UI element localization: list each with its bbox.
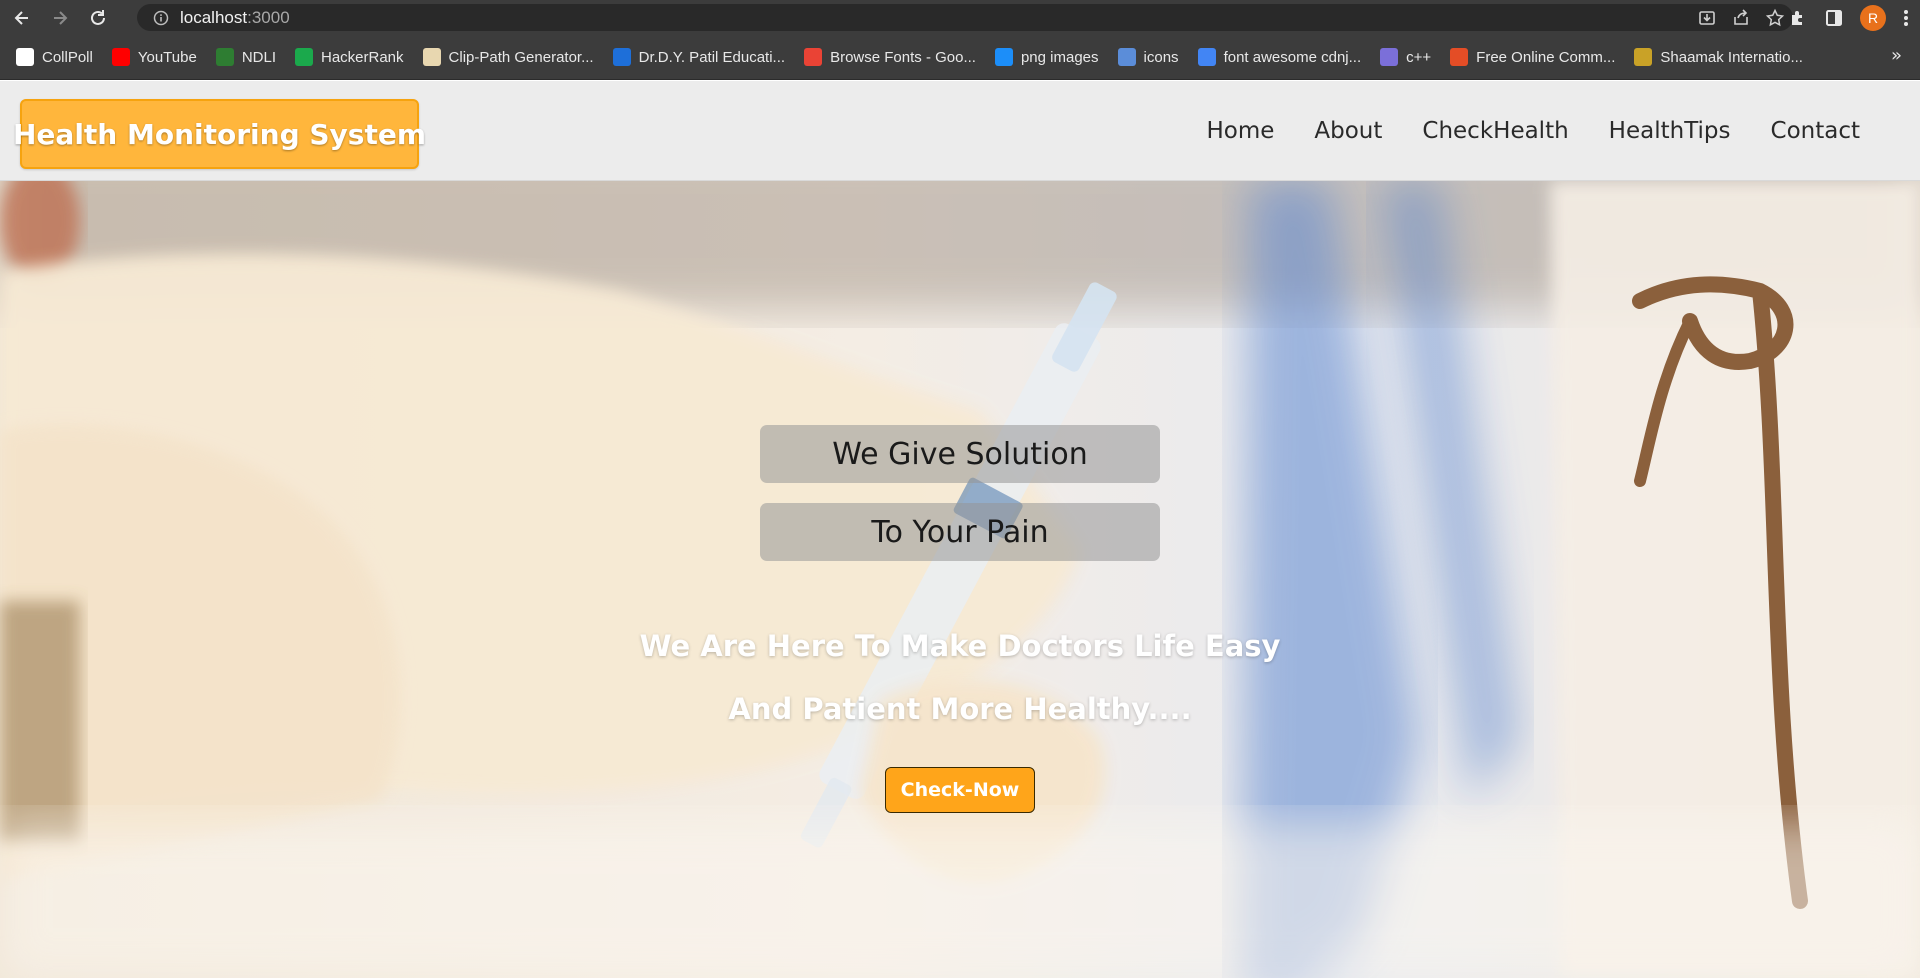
- flag-icon: [1117, 48, 1136, 66]
- bookmark-item[interactable]: icons: [1117, 48, 1179, 66]
- bookmark-label: Clip-Path Generator...: [448, 48, 594, 66]
- site-header: Health Monitoring System Home About Chec…: [0, 81, 1920, 181]
- shaamak-icon: [1634, 48, 1653, 66]
- side-panel-icon[interactable]: [1824, 8, 1844, 28]
- brand-title: Health Monitoring System: [13, 117, 426, 151]
- tagline-line-1: We Give Solution: [832, 436, 1088, 472]
- bookmark-label: Dr.D.Y. Patil Educati...: [638, 48, 786, 66]
- hero-subline-2: And Patient More Healthy....: [728, 692, 1192, 726]
- bookmark-label: HackerRank: [321, 48, 404, 66]
- bookmark-item[interactable]: HackerRank: [295, 48, 404, 66]
- url-text: localhost:3000: [180, 7, 290, 27]
- share-icon[interactable]: [1731, 8, 1751, 28]
- check-now-label: Check-Now: [900, 779, 1020, 801]
- bookmark-label: font awesome cdnj...: [1223, 48, 1362, 66]
- bookmark-item[interactable]: png images: [994, 48, 1099, 66]
- site-info-icon[interactable]: [147, 10, 174, 26]
- more-bookmarks-icon[interactable]: »: [1891, 45, 1902, 66]
- multicolor-icon: [1450, 48, 1469, 66]
- bookmark-item[interactable]: YouTube: [111, 48, 197, 66]
- browser-toolbar: localhost:3000 R: [0, 0, 1920, 35]
- bookmark-item[interactable]: NDLI: [215, 48, 276, 66]
- tagline-box-1: We Give Solution: [760, 425, 1160, 483]
- nav-home[interactable]: Home: [1206, 118, 1274, 144]
- bookmark-label: CollPoll: [42, 48, 93, 66]
- tagline-line-2: To Your Pain: [871, 514, 1049, 550]
- browser-right-tools: R: [1788, 0, 1910, 35]
- forward-arrow-icon: [54, 10, 68, 25]
- bookmark-item[interactable]: Shaamak Internatio...: [1634, 48, 1803, 66]
- dypatil-icon: [612, 48, 631, 66]
- hero-background-photo: [0, 181, 1920, 978]
- google-icon: [1197, 48, 1216, 66]
- pngwing-icon: [994, 48, 1013, 66]
- bookmark-item[interactable]: Free Online Comm...: [1450, 48, 1615, 66]
- bookmark-label: Browse Fonts - Goo...: [830, 48, 976, 66]
- google-fonts-icon: [804, 48, 823, 66]
- bookmark-label: c++: [1406, 48, 1432, 66]
- back-arrow-icon: [14, 10, 28, 25]
- hackerrank-icon: [295, 48, 313, 66]
- bookmark-label: NDLI: [241, 48, 276, 66]
- bookmark-item[interactable]: Clip-Path Generator...: [422, 48, 594, 66]
- menu-kebab-icon[interactable]: [1902, 8, 1910, 28]
- nav-contact[interactable]: Contact: [1771, 118, 1860, 144]
- hero-section: We Give Solution To Your Pain We Are Her…: [0, 181, 1920, 978]
- bookmark-item[interactable]: c++: [1380, 48, 1431, 66]
- tagline-box-2: To Your Pain: [760, 503, 1160, 561]
- youtube-icon: [111, 48, 130, 66]
- bookmark-label: Free Online Comm...: [1476, 48, 1616, 66]
- clip-path-icon: [422, 48, 441, 66]
- collpoll-icon: [16, 48, 34, 66]
- bookmark-star-icon[interactable]: [1765, 8, 1785, 28]
- bookmark-item[interactable]: Dr.D.Y. Patil Educati...: [612, 48, 786, 66]
- address-bar[interactable]: localhost:3000: [137, 4, 1793, 31]
- nav-about[interactable]: About: [1314, 118, 1382, 144]
- bookmark-label: icons: [1143, 48, 1179, 66]
- address-bar-actions: [1697, 4, 1785, 31]
- brand-logo[interactable]: Health Monitoring System: [13, 99, 426, 169]
- bookmark-label: Shaamak Internatio...: [1660, 48, 1803, 66]
- bookmarks-bar: CollPoll YouTube NDLI HackerRank Clip-Path G…: [0, 35, 1920, 80]
- bookmark-item[interactable]: CollPoll: [16, 48, 93, 66]
- reload-icon: [91, 9, 105, 25]
- ndli-icon: [215, 48, 234, 66]
- bookmark-item[interactable]: Browse Fonts - Goo...: [804, 48, 976, 66]
- check-now-button[interactable]: Check-Now: [885, 767, 1035, 813]
- nav-healthtips[interactable]: HealthTips: [1609, 118, 1731, 144]
- bookmark-item[interactable]: font awesome cdnj...: [1197, 48, 1362, 66]
- cpp-icon: [1380, 48, 1399, 66]
- reload-button[interactable]: [82, 2, 114, 34]
- bookmark-label: YouTube: [137, 48, 197, 66]
- nav-checkhealth[interactable]: CheckHealth: [1422, 118, 1568, 144]
- extensions-icon[interactable]: [1788, 8, 1808, 28]
- bookmark-label: png images: [1020, 48, 1099, 66]
- install-app-icon[interactable]: [1697, 8, 1717, 28]
- hero-subline-1: We Are Here To Make Doctors Life Easy: [639, 629, 1281, 663]
- profile-avatar[interactable]: R: [1860, 4, 1886, 31]
- main-nav: Home About CheckHealth HealthTips Contac…: [1206, 81, 1860, 181]
- forward-button[interactable]: [44, 2, 76, 34]
- back-button[interactable]: [6, 2, 38, 34]
